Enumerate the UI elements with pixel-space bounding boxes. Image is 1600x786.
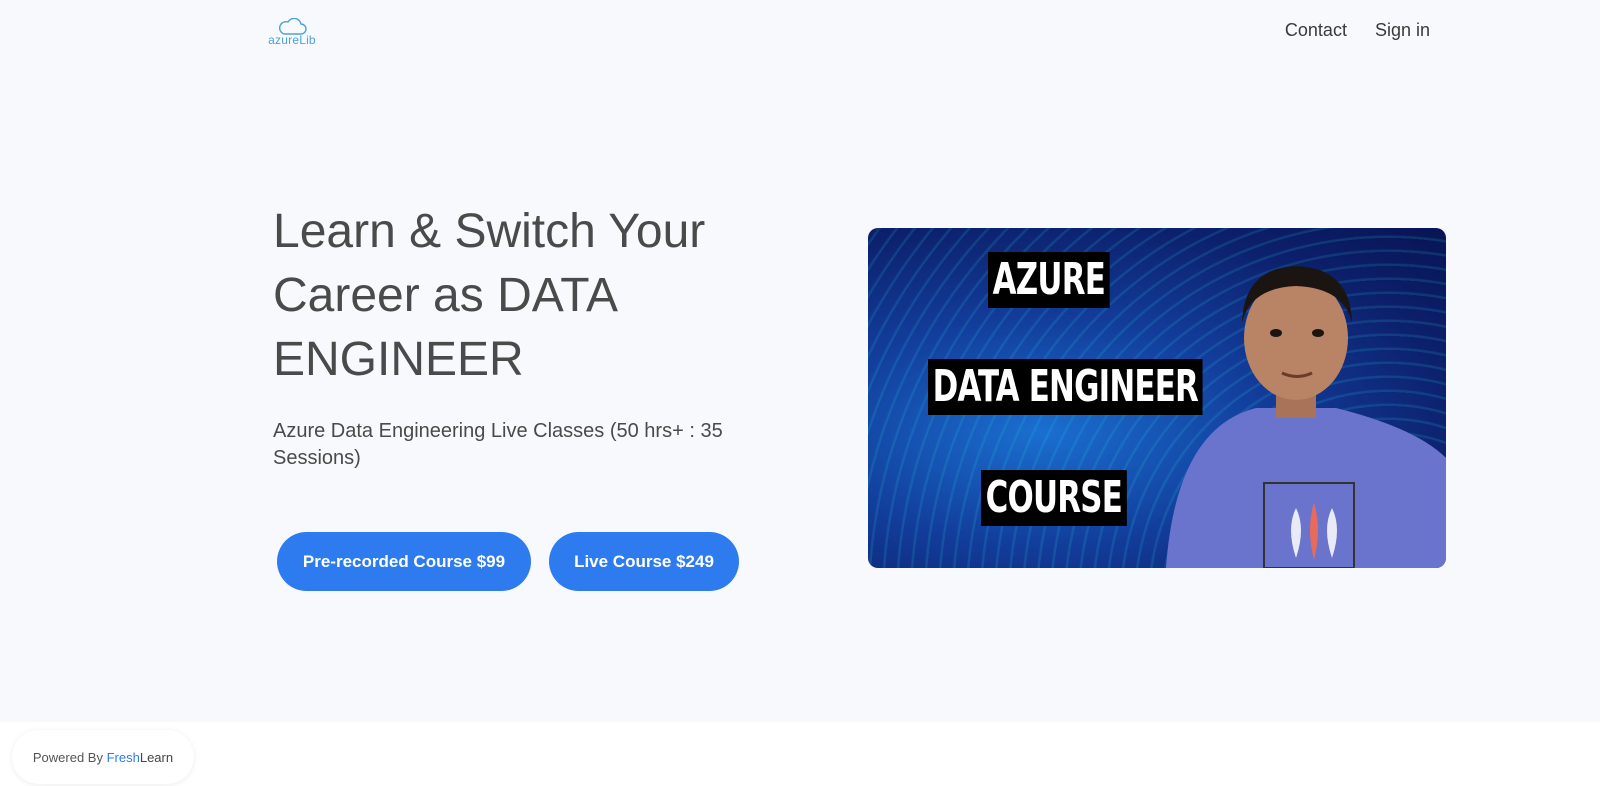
- banner-label-course: COURSE: [981, 470, 1127, 526]
- banner-label-azure: AZURE: [988, 252, 1110, 308]
- banner-label-data-engineer: DATA ENGINEER: [928, 359, 1203, 415]
- logo-text: azureLib: [268, 33, 316, 47]
- footer-band: [0, 722, 1600, 786]
- nav-contact[interactable]: Contact: [1285, 20, 1347, 41]
- powered-by-prefix: Powered By: [32, 749, 103, 765]
- cta-buttons: Pre-recorded Course $99 Live Course $249: [277, 532, 739, 591]
- hero-title: Learn & Switch Your Career as DATA ENGIN…: [273, 205, 706, 386]
- brand-learn: Learn: [139, 749, 174, 765]
- course-banner-image: AZURE DATA ENGINEER COURSE: [868, 228, 1446, 568]
- hero-subtitle: Azure Data Engineering Live Classes (50 …: [273, 420, 723, 469]
- live-course-button[interactable]: Live Course $249: [549, 532, 739, 591]
- brand-fresh: Fresh: [106, 749, 140, 765]
- nav-sign-in[interactable]: Sign in: [1375, 20, 1430, 41]
- pre-recorded-course-button[interactable]: Pre-recorded Course $99: [277, 532, 531, 591]
- top-nav: Contact Sign in: [1285, 20, 1430, 41]
- hero-text: Learn & Switch Your Career as DATA ENGIN…: [273, 200, 793, 472]
- logo[interactable]: azureLib: [262, 18, 322, 52]
- powered-by-badge[interactable]: Powered By Fresh Learn: [12, 730, 194, 784]
- site-header: azureLib Contact Sign in: [0, 0, 1600, 70]
